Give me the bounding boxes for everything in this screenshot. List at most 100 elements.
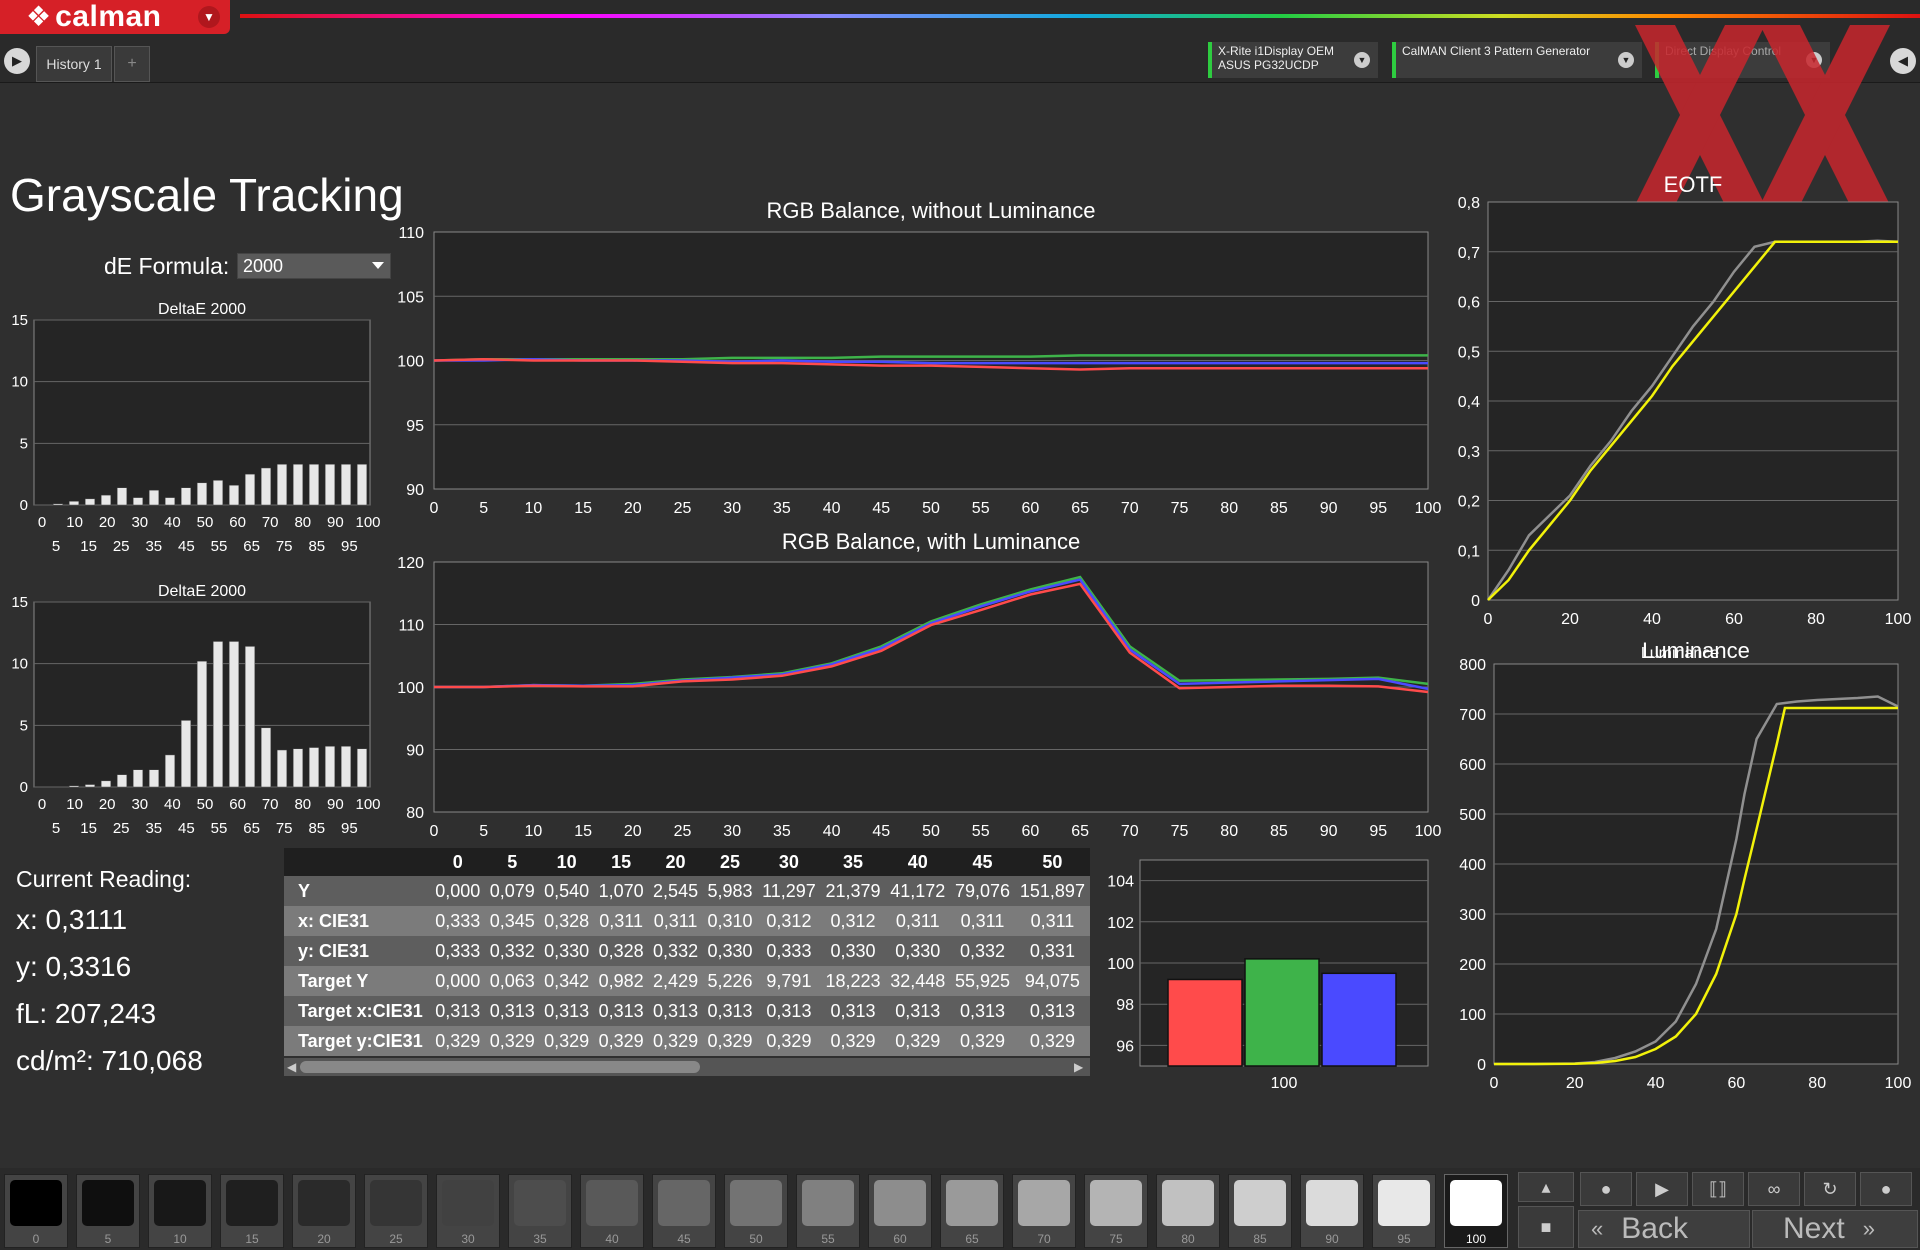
y-tick-label: 0,5 xyxy=(1458,344,1480,361)
swatch-label: 0 xyxy=(32,1232,40,1246)
scroll-left-icon[interactable]: ◀ xyxy=(287,1060,296,1074)
swatch-5[interactable]: 5 xyxy=(76,1174,140,1248)
table-cell: 0,329 xyxy=(1014,1026,1090,1056)
swatch-label: 55 xyxy=(821,1232,835,1246)
x-tick-label: 55 xyxy=(211,538,228,555)
swatch-chip xyxy=(874,1180,926,1226)
x-tick-label: 20 xyxy=(624,823,642,840)
y-tick-label: 120 xyxy=(397,555,424,572)
swatch-95[interactable]: 95 xyxy=(1372,1174,1436,1248)
swatch-label: 70 xyxy=(1037,1232,1051,1246)
table-cell: 0,313 xyxy=(950,996,1015,1026)
table-cell: 9,791 xyxy=(757,966,821,996)
deltae-bar xyxy=(356,464,368,506)
x-tick-label: 35 xyxy=(145,538,162,555)
x-tick-label: 40 xyxy=(164,796,181,813)
swatch-85[interactable]: 85 xyxy=(1228,1174,1292,1248)
table-cell: 18,223 xyxy=(820,966,886,996)
column-header: 30 xyxy=(757,848,821,876)
swatch-40[interactable]: 40 xyxy=(580,1174,644,1248)
swatch-35[interactable]: 35 xyxy=(508,1174,572,1248)
deltae-bar xyxy=(356,748,368,788)
continuous-loop-icon[interactable]: ∞ xyxy=(1748,1172,1800,1206)
table-cell: 0,329 xyxy=(820,1026,886,1056)
y-tick-label: 105 xyxy=(397,289,424,306)
swatch-30[interactable]: 30 xyxy=(436,1174,500,1248)
table-row: Target y:CIE31 0,329 0,329 0,329 0,329 0,329 0… xyxy=(284,1026,1090,1056)
x-tick-label: 60 xyxy=(1022,500,1040,517)
swatch-25[interactable]: 25 xyxy=(364,1174,428,1248)
swatch-label: 75 xyxy=(1109,1232,1123,1246)
swatch-15[interactable]: 15 xyxy=(220,1174,284,1248)
x-tick-label: 65 xyxy=(1071,500,1089,517)
swatch-55[interactable]: 55 xyxy=(796,1174,860,1248)
x-tick-label: 55 xyxy=(972,500,990,517)
table-cell: 0,328 xyxy=(593,936,649,966)
table-cell: 79,076 xyxy=(950,876,1015,906)
table-cell: 0,313 xyxy=(593,996,649,1026)
swatch-label: 90 xyxy=(1325,1232,1339,1246)
next-button[interactable]: Next » xyxy=(1752,1210,1918,1248)
table-scrollbar-thumb[interactable] xyxy=(300,1061,700,1073)
swatch-100[interactable]: 100 xyxy=(1444,1174,1508,1248)
record-icon[interactable]: ● xyxy=(1860,1172,1912,1206)
swatch-10[interactable]: 10 xyxy=(148,1174,212,1248)
x-tick-label: 20 xyxy=(1566,1075,1584,1092)
swatch-label: 100 xyxy=(1465,1232,1487,1246)
x-tick-label: 60 xyxy=(229,514,246,531)
table-cell: 0,329 xyxy=(648,1026,703,1056)
x-tick-label: 10 xyxy=(525,500,543,517)
play-icon[interactable]: ▶ xyxy=(1636,1172,1688,1206)
swatch-60[interactable]: 60 xyxy=(868,1174,932,1248)
swatch-80[interactable]: 80 xyxy=(1156,1174,1220,1248)
swatch-0[interactable]: 0 xyxy=(4,1174,68,1248)
x-tick-label: 100 xyxy=(1885,611,1912,628)
y-tick-label: 0,1 xyxy=(1458,543,1480,560)
deltae-bar xyxy=(228,641,240,788)
collapse-up-icon[interactable]: ▴ xyxy=(1518,1172,1574,1202)
deltae-bar xyxy=(260,467,272,506)
x-tick-label: 55 xyxy=(211,820,228,837)
stop-pattern-icon[interactable]: ■ xyxy=(1518,1206,1574,1248)
x-tick-label: 40 xyxy=(164,514,181,531)
x-tick-label: 15 xyxy=(80,538,97,555)
x-tick-label: 100 xyxy=(1885,1075,1912,1092)
x-tick-label: 65 xyxy=(243,538,260,555)
table-cell: 32,448 xyxy=(885,966,951,996)
table-cell: 0,982 xyxy=(593,966,649,996)
swatch-65[interactable]: 65 xyxy=(940,1174,1004,1248)
deltae-bar xyxy=(52,503,64,506)
deltae-bar xyxy=(148,769,160,788)
swatch-50[interactable]: 50 xyxy=(724,1174,788,1248)
swatch-75[interactable]: 75 xyxy=(1084,1174,1148,1248)
table-cell: 0,342 xyxy=(539,966,594,996)
swatch-45[interactable]: 45 xyxy=(652,1174,716,1248)
x-tick-label: 45 xyxy=(178,538,195,555)
x-tick-label: 10 xyxy=(66,514,83,531)
swatch-20[interactable]: 20 xyxy=(292,1174,356,1248)
x-tick-label: 90 xyxy=(1320,500,1338,517)
y-tick-label: 0,7 xyxy=(1458,245,1480,262)
swatch-label: 25 xyxy=(389,1232,403,1246)
y-tick-label: 0,3 xyxy=(1458,444,1480,461)
x-tick-label: 40 xyxy=(823,823,841,840)
y-tick-label: 600 xyxy=(1459,757,1486,774)
x-tick-label: 80 xyxy=(1808,1075,1826,1092)
scroll-right-icon[interactable]: ▶ xyxy=(1074,1060,1083,1074)
table-cell: 0,311 xyxy=(885,906,951,936)
deltae-bar xyxy=(68,501,80,506)
x-tick-label: 25 xyxy=(113,820,130,837)
table-cell: 0,329 xyxy=(539,1026,594,1056)
back-button[interactable]: « Back xyxy=(1578,1210,1750,1248)
table-cell: 0,313 xyxy=(430,996,485,1026)
deltae-bar xyxy=(244,473,256,506)
x-tick-label: 30 xyxy=(131,796,148,813)
refresh-icon[interactable]: ↻ xyxy=(1804,1172,1856,1206)
next-label: Next xyxy=(1783,1212,1845,1245)
measure-range-icon[interactable]: ⟦⟧ xyxy=(1692,1172,1744,1206)
deltae-bar xyxy=(164,754,176,788)
swatch-90[interactable]: 90 xyxy=(1300,1174,1364,1248)
x-tick-label: 5 xyxy=(479,823,488,840)
swatch-70[interactable]: 70 xyxy=(1012,1174,1076,1248)
stop-icon[interactable]: ● xyxy=(1580,1172,1632,1206)
